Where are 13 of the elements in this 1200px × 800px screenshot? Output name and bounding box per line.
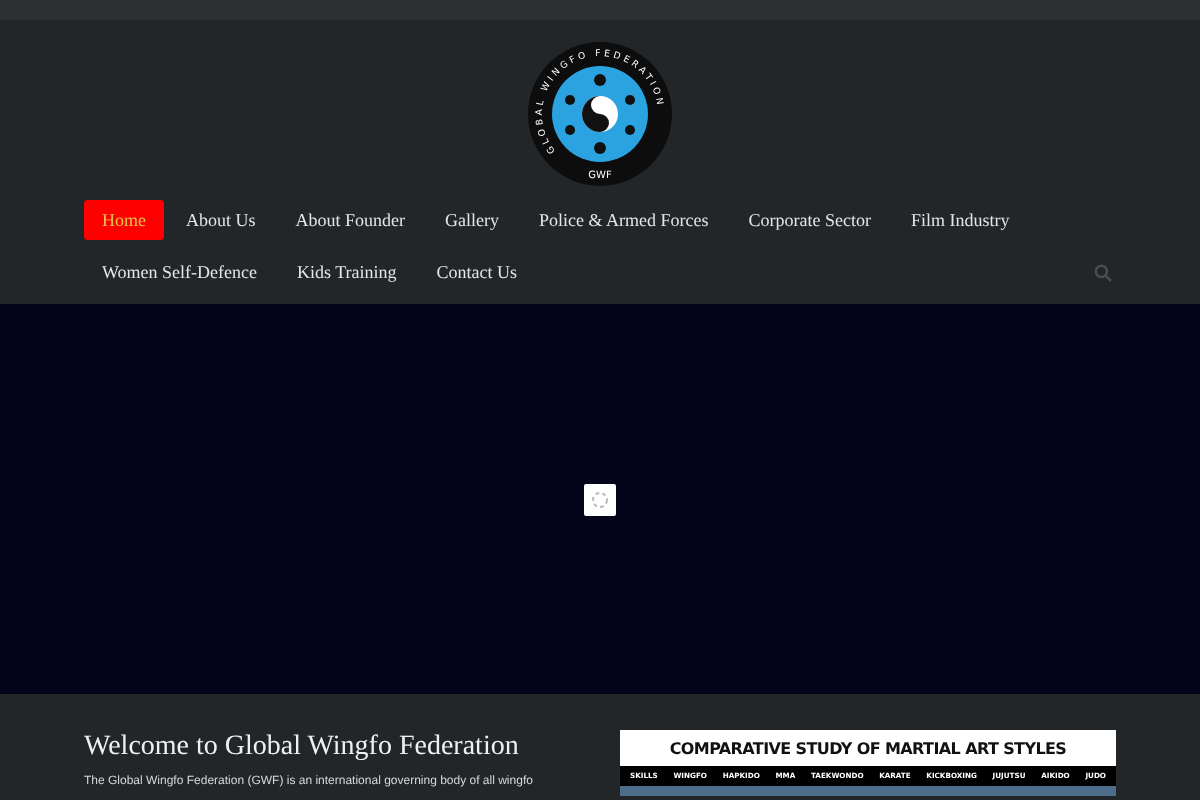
- nav-link[interactable]: About Founder: [277, 200, 424, 240]
- nav-link[interactable]: About Us: [168, 200, 274, 240]
- nav-link[interactable]: Corporate Sector: [730, 200, 889, 240]
- loading-spinner-icon: [584, 483, 616, 515]
- nav-link[interactable]: Kids Training: [279, 252, 415, 292]
- welcome-heading: Welcome to Global Wingfo Federation: [84, 730, 521, 764]
- nav-link[interactable]: Gallery: [427, 200, 518, 240]
- nav-link[interactable]: Police & Armed Forces: [521, 200, 727, 240]
- chart-title: COMPARATIVE STUDY OF MARTIAL ART STYLES: [619, 730, 1116, 766]
- nav-link[interactable]: Film Industry: [893, 200, 1028, 240]
- search-icon[interactable]: [1094, 264, 1112, 282]
- nav-link[interactable]: Women Self-Defence: [84, 252, 275, 292]
- nav-link[interactable]: Contact Us: [418, 252, 536, 292]
